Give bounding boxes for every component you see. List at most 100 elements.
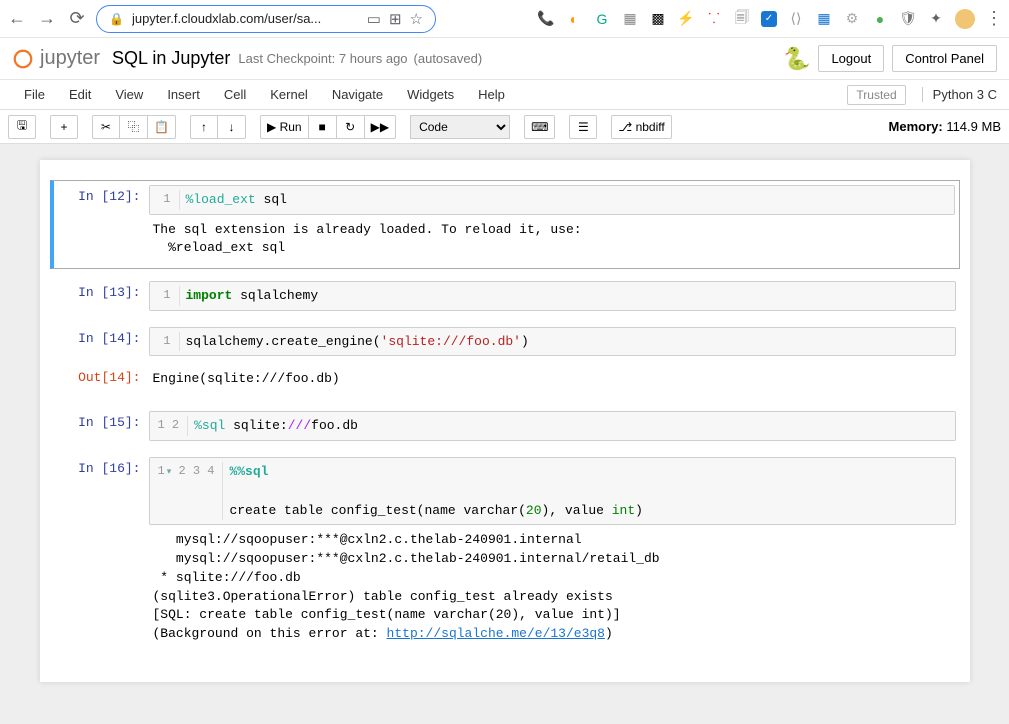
notebook-title[interactable]: SQL in Jupyter xyxy=(112,48,230,69)
star-icon[interactable]: ☆ xyxy=(410,10,423,28)
copy-button[interactable]: ⿻ xyxy=(120,115,148,139)
menubar: File Edit View Insert Cell Kernel Naviga… xyxy=(0,80,1009,110)
toolbar: 🖫 + ✂ ⿻ 📋 ↑ ↓ ▶ Run ■ ↻ ▶▶ Code ⌨ ☰ ⎇ nb… xyxy=(0,110,1009,144)
menu-insert[interactable]: Insert xyxy=(155,83,212,106)
menu-navigate[interactable]: Navigate xyxy=(320,83,395,106)
restart-run-all-button[interactable]: ▶▶ xyxy=(365,115,396,139)
jupyter-logo[interactable]: jupyter xyxy=(12,47,100,70)
ext-icon-5[interactable]: ▩ xyxy=(649,10,667,28)
code-input[interactable]: 1▾ 2 3 4 %%sql create table config_test(… xyxy=(149,457,956,526)
input-prompt: In [14]: xyxy=(54,327,149,357)
run-icon: ▶ xyxy=(267,120,276,134)
list-button[interactable]: ☰ xyxy=(569,115,597,139)
error-link[interactable]: http://sqlalche.me/e/13/e3q8 xyxy=(387,626,605,641)
autosaved-text: (autosaved) xyxy=(414,51,483,66)
ext-icon-12[interactable]: ⚙ xyxy=(843,10,861,28)
reader-icon[interactable]: ▭ xyxy=(367,10,381,28)
jupyter-header: jupyter SQL in Jupyter Last Checkpoint: … xyxy=(0,38,1009,80)
trusted-indicator[interactable]: Trusted xyxy=(847,85,905,105)
menu-widgets[interactable]: Widgets xyxy=(395,83,466,106)
save-button[interactable]: 🖫 xyxy=(8,115,36,139)
run-button[interactable]: ▶ Run xyxy=(260,115,309,139)
code-input[interactable]: 1 %load_ext sql xyxy=(149,185,955,215)
python-logo-icon: 🐍 xyxy=(783,46,810,72)
move-down-button[interactable]: ↓ xyxy=(218,115,246,139)
ext-icon-6[interactable]: ⚡ xyxy=(677,10,695,28)
control-panel-button[interactable]: Control Panel xyxy=(892,45,997,72)
line-gutter: 1 xyxy=(150,286,180,306)
insert-cell-button[interactable]: + xyxy=(50,115,78,139)
extension-icons: 📞 ◐ G ▦ ▩ ⚡ ⸪ 🗐 ✓ ⟨⟩ ▦ ⚙ ● 🛡 ✦ ⋮ xyxy=(537,8,1003,29)
code-input[interactable]: 1 import sqlalchemy xyxy=(149,281,956,311)
ext-icon-10[interactable]: ⟨⟩ xyxy=(787,10,805,28)
ext-icon-11[interactable]: ▦ xyxy=(815,10,833,28)
ext-icon-3[interactable]: G xyxy=(593,10,611,28)
nbdiff-button[interactable]: ⎇ nbdiff xyxy=(611,115,671,139)
git-icon: ⎇ xyxy=(618,120,632,134)
line-gutter: 1 2 xyxy=(150,416,189,436)
copy-icon: ⿻ xyxy=(127,118,139,135)
line-gutter: 1 xyxy=(150,190,180,210)
menu-view[interactable]: View xyxy=(103,83,155,106)
ext-icon-7[interactable]: ⸪ xyxy=(705,10,723,28)
fast-forward-icon: ▶▶ xyxy=(371,120,389,134)
move-up-button[interactable]: ↑ xyxy=(190,115,218,139)
url-text: jupyter.f.cloudxlab.com/user/sa... xyxy=(132,11,359,26)
cut-button[interactable]: ✂ xyxy=(92,115,120,139)
checkpoint-text: Last Checkpoint: 7 hours ago xyxy=(238,51,407,66)
chrome-menu-icon[interactable]: ⋮ xyxy=(985,8,1003,29)
menu-help[interactable]: Help xyxy=(466,83,517,106)
cell-12[interactable]: In [12]: 1 %load_ext sql The sql extensi… xyxy=(50,180,960,269)
menu-edit[interactable]: Edit xyxy=(57,83,103,106)
cell-16[interactable]: In [16]: 1▾ 2 3 4 %%sql create table con… xyxy=(50,453,960,655)
ext-icon-2[interactable]: ◐ xyxy=(565,10,583,28)
output-prompt: Out[14]: xyxy=(54,366,149,395)
forward-button[interactable]: → xyxy=(36,8,58,29)
back-button[interactable]: ← xyxy=(6,8,28,29)
ext-icon-1[interactable]: 📞 xyxy=(537,10,555,28)
cell-15[interactable]: In [15]: 1 2 %sql sqlite:///foo.db xyxy=(50,407,960,445)
extensions-puzzle-icon[interactable]: ✦ xyxy=(927,10,945,28)
arrow-up-icon: ↑ xyxy=(201,120,207,134)
line-gutter: 1▾ 2 3 4 xyxy=(150,462,224,521)
ext-icon-13[interactable]: ● xyxy=(871,10,889,28)
input-prompt: In [15]: xyxy=(54,411,149,441)
line-gutter: 1 xyxy=(150,332,180,352)
celltype-select[interactable]: Code xyxy=(410,115,510,139)
input-prompt: In [12]: xyxy=(54,185,149,264)
arrow-down-icon: ↓ xyxy=(229,120,235,134)
reload-button[interactable]: ⟳ xyxy=(66,8,88,29)
ext-icon-4[interactable]: ▦ xyxy=(621,10,639,28)
logout-button[interactable]: Logout xyxy=(818,45,884,72)
ext-icon-9[interactable]: ✓ xyxy=(761,11,777,27)
menu-cell[interactable]: Cell xyxy=(212,83,258,106)
restart-icon: ↻ xyxy=(345,120,355,134)
menu-kernel[interactable]: Kernel xyxy=(258,83,320,106)
cell-output: Engine(sqlite:///foo.db) xyxy=(149,366,956,395)
profile-avatar[interactable] xyxy=(955,9,975,29)
address-bar[interactable]: 🔒 jupyter.f.cloudxlab.com/user/sa... ▭ ⊞… xyxy=(96,5,436,33)
command-palette-button[interactable]: ⌨ xyxy=(524,115,555,139)
ext-icon-14[interactable]: 🛡 xyxy=(899,10,917,28)
install-icon[interactable]: ⊞ xyxy=(389,10,402,28)
fold-arrow-icon[interactable]: ▾ xyxy=(167,467,172,477)
stop-icon: ■ xyxy=(318,120,325,134)
restart-button[interactable]: ↻ xyxy=(337,115,365,139)
menu-file[interactable]: File xyxy=(12,83,57,106)
notebook: In [12]: 1 %load_ext sql The sql extensi… xyxy=(40,160,970,682)
cell-13[interactable]: In [13]: 1 import sqlalchemy xyxy=(50,277,960,315)
interrupt-button[interactable]: ■ xyxy=(309,115,337,139)
kernel-name[interactable]: Python 3 C xyxy=(922,87,997,102)
browser-chrome: ← → ⟳ 🔒 jupyter.f.cloudxlab.com/user/sa.… xyxy=(0,0,1009,38)
code-input[interactable]: 1 2 %sql sqlite:///foo.db xyxy=(149,411,956,441)
code-input[interactable]: 1 sqlalchemy.create_engine('sqlite:///fo… xyxy=(149,327,956,357)
save-icon: 🖫 xyxy=(17,116,27,137)
cell-14[interactable]: In [14]: 1 sqlalchemy.create_engine('sql… xyxy=(50,323,960,361)
jupyter-logo-text: jupyter xyxy=(40,47,100,70)
paste-button[interactable]: 📋 xyxy=(148,115,176,139)
cell-output: mysql://sqoopuser:***@cxln2.c.thelab-240… xyxy=(149,525,956,650)
keyboard-icon: ⌨ xyxy=(531,120,548,134)
cell-output: The sql extension is already loaded. To … xyxy=(149,215,955,265)
input-prompt: In [13]: xyxy=(54,281,149,311)
ext-icon-8[interactable]: 🗐 xyxy=(733,10,751,28)
